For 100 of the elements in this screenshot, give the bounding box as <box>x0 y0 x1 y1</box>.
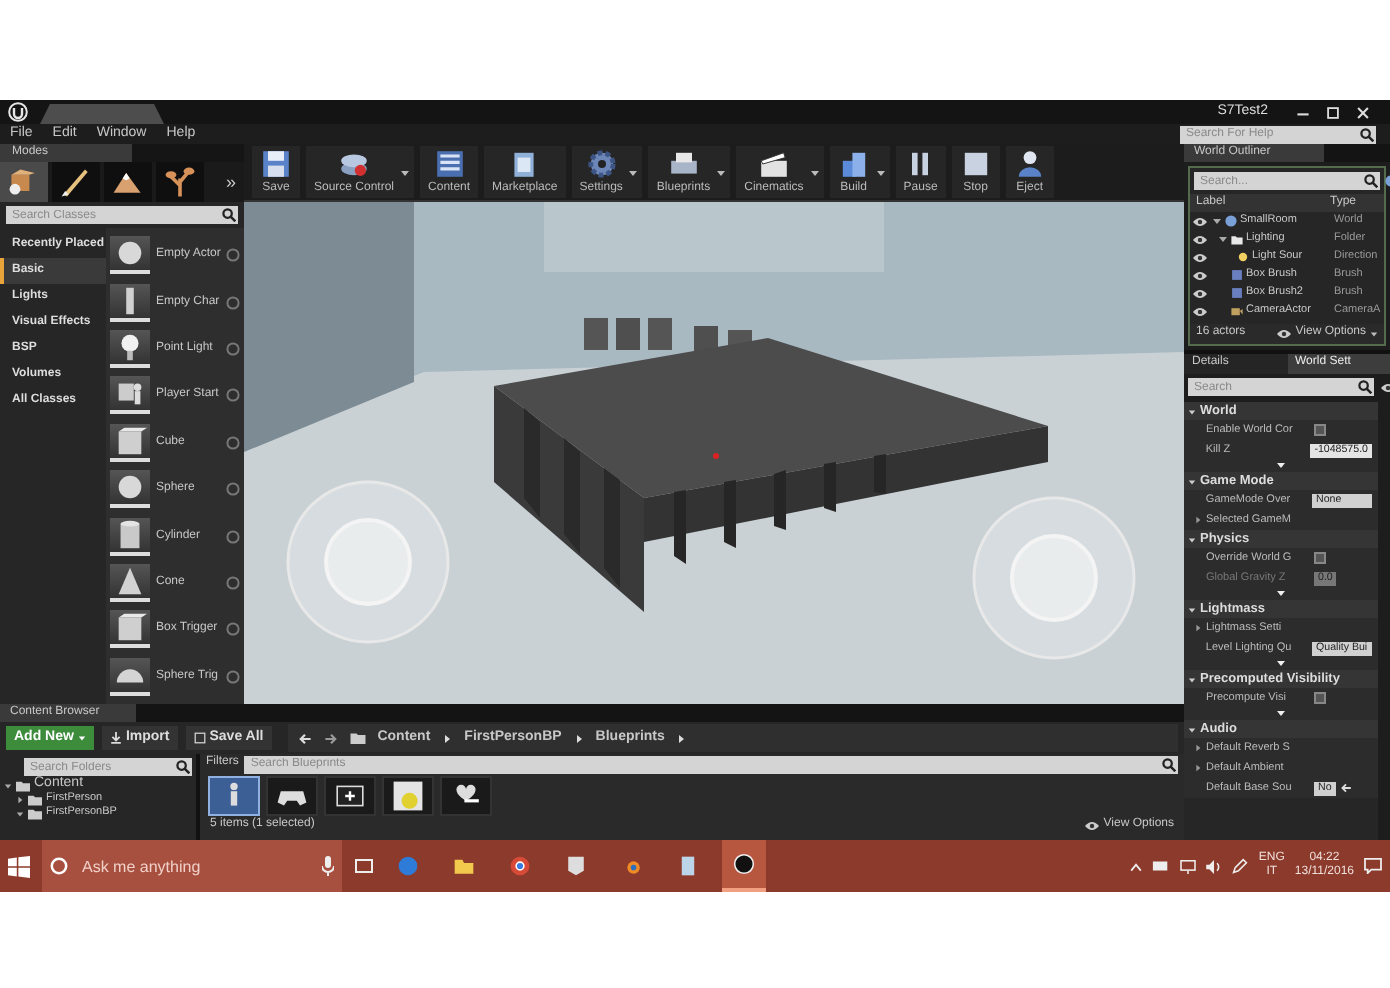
view-eye-icon[interactable] <box>1275 328 1292 340</box>
logo-icon <box>8 102 28 122</box>
dropdown-arrow-icon[interactable] <box>628 167 639 177</box>
expander-arrow-icon[interactable] <box>16 809 24 817</box>
dropdown-arrow-icon[interactable] <box>809 167 820 177</box>
battery-icon[interactable] <box>1152 860 1171 872</box>
search-icon[interactable] <box>1362 172 1380 190</box>
collapse-arrow-icon[interactable] <box>1188 535 1196 543</box>
help-icon[interactable] <box>226 388 241 403</box>
maximize-icon[interactable] <box>1326 105 1340 119</box>
asset-tile[interactable] <box>382 776 434 816</box>
expander-arrow-icon[interactable] <box>1194 764 1202 772</box>
collapse-arrow-icon[interactable] <box>1188 725 1196 733</box>
task-view-icon[interactable] <box>354 858 374 874</box>
start-icon[interactable] <box>8 855 30 877</box>
hemisphere-icon[interactable] <box>110 657 150 696</box>
search-icon[interactable] <box>174 758 192 776</box>
stop-icon <box>959 147 992 180</box>
search-icon[interactable] <box>1358 125 1376 143</box>
taskbar-app-button[interactable] <box>722 840 766 892</box>
chevron-icon[interactable] <box>442 733 453 743</box>
collapse-arrow-icon[interactable] <box>1188 675 1196 683</box>
figure-icon[interactable] <box>110 376 150 415</box>
monitor-icon[interactable] <box>1180 859 1197 873</box>
chevron-icon[interactable] <box>573 733 584 743</box>
advanced-chevron-icon[interactable] <box>1276 588 1286 598</box>
taskbar-search-field[interactable]: Ask me anything <box>76 840 314 892</box>
eye-icon[interactable] <box>1192 251 1208 263</box>
view-eye-icon[interactable] <box>1083 819 1100 832</box>
search-icon[interactable] <box>1356 378 1374 396</box>
checkbox[interactable] <box>1314 552 1326 564</box>
help-icon[interactable] <box>226 529 241 544</box>
cone-icon[interactable] <box>110 564 150 603</box>
advanced-chevron-icon[interactable] <box>1276 658 1286 668</box>
expander-arrow-icon[interactable] <box>1194 516 1202 524</box>
help-icon[interactable] <box>226 342 241 357</box>
help-icon[interactable] <box>226 576 241 591</box>
eye-icon[interactable] <box>1192 305 1208 317</box>
cylinder-icon[interactable] <box>110 517 150 556</box>
collapse-arrow-icon[interactable] <box>1188 407 1196 415</box>
notification-icon[interactable] <box>1364 858 1382 874</box>
sun-icon <box>1236 250 1250 264</box>
help-icon[interactable] <box>226 248 241 263</box>
collapse-arrow-icon[interactable] <box>1188 477 1196 485</box>
dashboard-icon <box>334 780 366 812</box>
asset-tile[interactable] <box>324 776 376 816</box>
expander-arrow-icon[interactable] <box>4 781 12 789</box>
close-icon[interactable] <box>1356 105 1370 119</box>
dropdown-arrow-icon[interactable] <box>400 167 411 177</box>
eye-icon[interactable] <box>1192 269 1208 281</box>
expander-arrow-icon[interactable] <box>1212 216 1222 226</box>
advanced-chevron-icon[interactable] <box>1276 708 1286 718</box>
chevron-up-icon[interactable] <box>1130 861 1143 871</box>
checkbox[interactable] <box>1314 692 1326 704</box>
collapse-arrow-icon[interactable] <box>1188 605 1196 613</box>
help-icon[interactable] <box>226 435 241 450</box>
asset-tile[interactable] <box>266 776 318 816</box>
microphone-icon[interactable] <box>314 840 342 892</box>
cube-icon[interactable] <box>110 423 150 462</box>
speaker-icon[interactable] <box>1206 859 1223 873</box>
checkbox[interactable] <box>1314 424 1326 436</box>
asset-tile[interactable] <box>440 776 492 816</box>
blocks-icon <box>837 147 870 180</box>
printer-icon <box>667 147 700 180</box>
expander-arrow-icon[interactable] <box>1194 744 1202 752</box>
person-icon <box>1013 147 1046 180</box>
asset-tile[interactable] <box>208 776 260 816</box>
search-icon[interactable] <box>1160 755 1178 773</box>
pen-icon[interactable] <box>1232 858 1249 874</box>
back-arrow-icon[interactable] <box>297 731 312 745</box>
forward-arrow-icon[interactable] <box>323 731 338 745</box>
more-modes-button[interactable]: » <box>217 162 244 202</box>
folder-icon <box>349 732 366 744</box>
camera-icon <box>1230 304 1244 318</box>
bulb-icon[interactable] <box>110 330 150 369</box>
help-icon[interactable] <box>226 622 241 637</box>
search-icon[interactable] <box>220 206 238 224</box>
pillar-icon[interactable] <box>110 283 150 322</box>
help-icon[interactable] <box>226 295 241 310</box>
eye-icon[interactable] <box>1192 287 1208 299</box>
mode-button[interactable] <box>104 162 152 202</box>
advanced-chevron-icon[interactable] <box>1276 460 1286 470</box>
mode-button[interactable] <box>0 162 48 202</box>
mode-button[interactable] <box>52 162 100 202</box>
mode-button[interactable] <box>156 162 204 202</box>
help-icon[interactable] <box>226 482 241 497</box>
help-icon[interactable] <box>226 669 241 684</box>
grid-icon <box>433 147 466 180</box>
dropdown-arrow-icon[interactable] <box>1370 330 1378 338</box>
cube-icon[interactable] <box>110 610 150 649</box>
arrow-icon[interactable] <box>1339 782 1352 794</box>
dropdown-arrow-icon[interactable] <box>875 167 886 177</box>
eye-icon[interactable] <box>1192 215 1208 227</box>
expander-arrow-icon[interactable] <box>16 795 24 803</box>
dropdown-arrow-icon[interactable] <box>77 733 86 742</box>
expander-arrow-icon[interactable] <box>1218 234 1228 244</box>
chevron-icon[interactable] <box>676 733 687 743</box>
expander-arrow-icon[interactable] <box>1194 624 1202 632</box>
eye-icon[interactable] <box>1192 233 1208 245</box>
dropdown-arrow-icon[interactable] <box>716 167 727 177</box>
